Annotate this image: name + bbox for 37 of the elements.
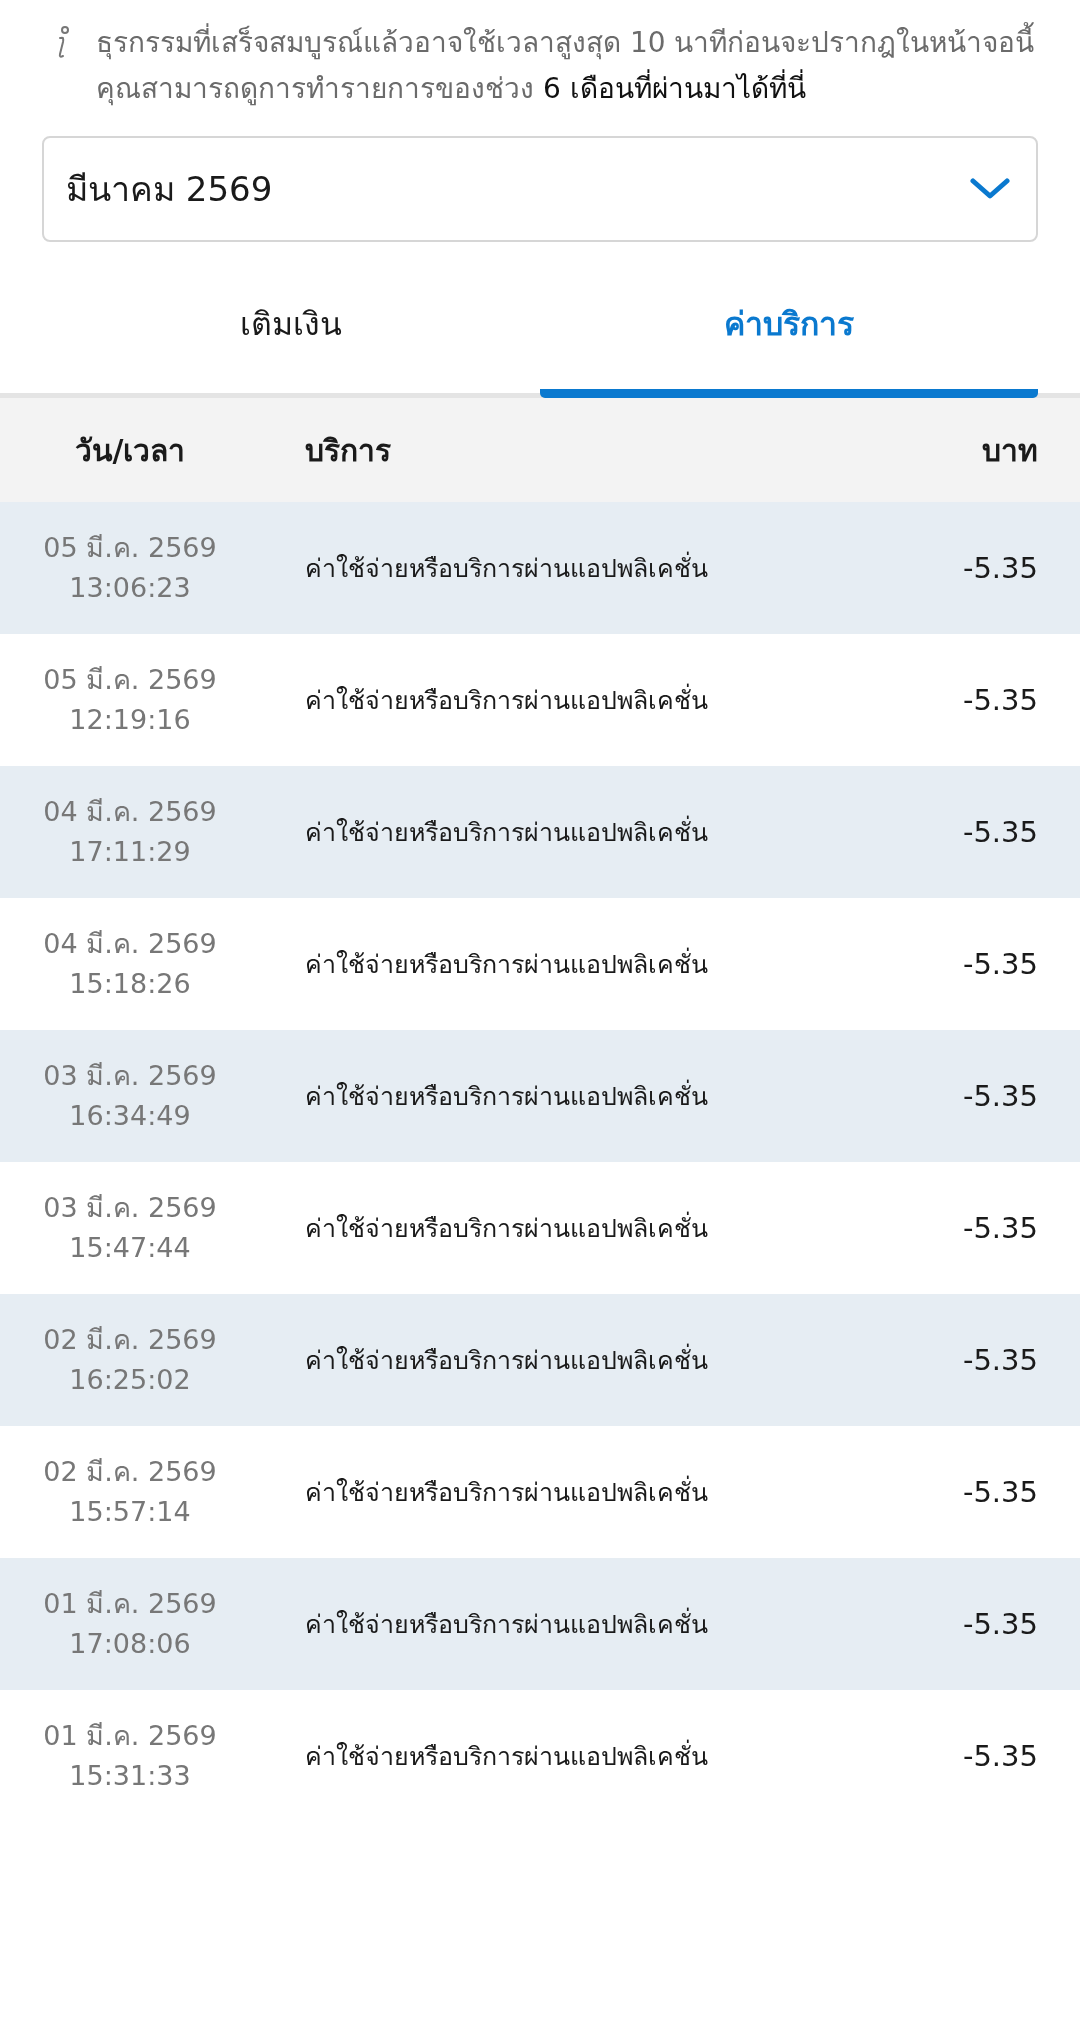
service-cell: ค่าใช้จ่ายหรือบริการผ่านแอปพลิเคชั่น — [260, 1604, 838, 1644]
date-time-cell-text: 01 มี.ค. 2569 15:31:33 — [42, 1719, 218, 1793]
service-cell: ค่าใช้จ่ายหรือบริการผ่านแอปพลิเคชั่น — [260, 1736, 838, 1776]
amount-cell-text: -5.35 — [961, 1475, 1039, 1509]
amount-cell-text: -5.35 — [961, 1343, 1039, 1377]
service-cell: ค่าใช้จ่ายหรือบริการผ่านแอปพลิเคชั่น — [260, 548, 838, 588]
service-cell: ค่าใช้จ่ายหรือบริการผ่านแอปพลิเคชั่น — [260, 1076, 838, 1116]
service-cell: ค่าใช้จ่ายหรือบริการผ่านแอปพลิเคชั่น — [260, 1472, 838, 1512]
notice-text: ธุรกรรมที่เสร็จสมบูรณ์แล้วอาจใช้เวลาสูงสุด 10 นาทีก่อนจะปรากฎในหน้าจอนี้ คุณสามารถดูการทำรายการของช่วง 6 เดือนที่ผ่านมาได้ที่นี่ — [96, 20, 1040, 112]
service-cell: ค่าใช้จ่ายหรือบริการผ่านแอปพลิเคชั่น — [260, 1208, 838, 1248]
chevron-down-icon — [970, 178, 1010, 200]
date-time-cell-text: 01 มี.ค. 2569 17:08:06 — [42, 1587, 218, 1661]
date-time-cell-text: 02 มี.ค. 2569 15:57:14 — [42, 1455, 218, 1529]
date-time-cell-text: 04 มี.ค. 2569 17:11:29 — [42, 795, 218, 869]
tab[interactable]: เติมเงิน — [42, 262, 540, 398]
service-cell: ค่าใช้จ่ายหรือบริการผ่านแอปพลิเคชั่น — [260, 680, 838, 720]
amount-cell-text: -5.35 — [961, 947, 1039, 981]
column-header: บริการ — [304, 431, 392, 470]
date-time-cell-text: 03 มี.ค. 2569 16:34:49 — [42, 1059, 218, 1133]
amount-cell-text: -5.35 — [961, 683, 1039, 717]
service-cell: ค่าใช้จ่ายหรือบริการผ่านแอปพลิเคชั่น — [260, 944, 838, 984]
column-header: บาท — [981, 431, 1039, 470]
date-time-cell-text: 04 มี.ค. 2569 15:18:26 — [42, 927, 218, 1001]
amount-cell-text: -5.35 — [961, 1079, 1039, 1113]
service-cell: ค่าใช้จ่ายหรือบริการผ่านแอปพลิเคชั่น — [260, 812, 838, 852]
date-time-cell-text: 05 มี.ค. 2569 12:19:16 — [42, 663, 218, 737]
amount-cell-text: -5.35 — [961, 1211, 1039, 1245]
service-cell: ค่าใช้จ่ายหรือบริการผ่านแอปพลิเคชั่น — [260, 1340, 838, 1380]
amount-cell-text: -5.35 — [961, 1739, 1039, 1773]
column-header: วัน/เวลา — [73, 431, 187, 470]
date-time-cell-text: 03 มี.ค. 2569 15:47:44 — [42, 1191, 218, 1265]
amount-cell-text: -5.35 — [961, 1607, 1039, 1641]
date-time-cell-text: 05 มี.ค. 2569 13:06:23 — [42, 531, 218, 605]
amount-cell-text: -5.35 — [961, 815, 1039, 849]
month-dropdown[interactable]: มีนาคม 2569 — [42, 136, 1038, 242]
date-time-cell-text: 02 มี.ค. 2569 16:25:02 — [42, 1323, 218, 1397]
amount-cell-text: -5.35 — [961, 551, 1039, 585]
